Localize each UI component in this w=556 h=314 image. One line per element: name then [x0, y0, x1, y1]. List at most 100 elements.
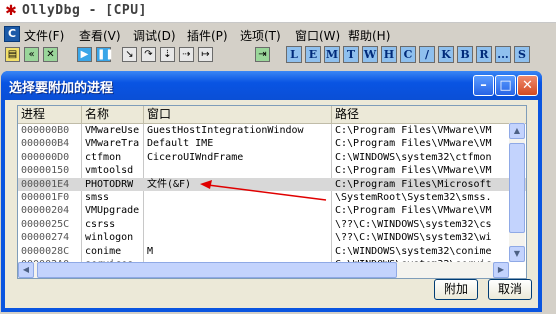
path-cell: C:\WINDOWS\system32\ctfmon [335, 151, 492, 163]
path-cell: C:\Program Files\Microsoft [335, 178, 492, 190]
process-name-cell: conime [85, 245, 122, 257]
path-cell: C:\Program Files\VMware\VM [335, 138, 492, 150]
window-title-cell [144, 164, 332, 177]
process-name-cell: VMwareUse [85, 125, 140, 136]
process-name-cell: smss [85, 191, 110, 203]
process-id-cell: 000000D0 [21, 151, 70, 163]
path-cell: \??\C:\WINDOWS\system32\wi [335, 232, 492, 244]
step-over-icon[interactable]: ↷ [141, 47, 156, 62]
bug-icon[interactable]: ✱ [3, 3, 19, 19]
menu-plugins[interactable]: 插件(P) [187, 27, 228, 44]
threads-window-button[interactable]: T [343, 46, 359, 63]
table-row[interactable]: 00000274 winlogon \??\C:\WINDOWS\system32\… [18, 231, 526, 244]
path-cell: C:\Program Files\VMware\VM [335, 205, 492, 217]
process-rows: 000000B0 VMwareUse GuestHostIntegrationWin… [18, 124, 526, 271]
minimize-icon[interactable]: – [473, 75, 494, 96]
attach-dialog: 选择要附加的进程 – □ ✕ 进程 名称 窗口 路径 000000B0 VMwar… [1, 71, 542, 312]
window-title-cell: 文件(&F) [147, 178, 192, 190]
maximize-icon[interactable]: □ [495, 75, 516, 96]
window-title-cell [144, 218, 332, 231]
menu-file[interactable]: 文件(F) [24, 27, 64, 44]
table-row[interactable]: 00000150 vmtoolsd C:\Program Files\VMware\… [18, 164, 526, 177]
column-header-process[interactable]: 进程 [18, 106, 82, 123]
process-id-cell: 00000274 [21, 232, 70, 244]
table-row[interactable]: 00000204 VMUpgrade C:\Program Files\VMware… [18, 204, 526, 217]
list-header: 进程 名称 窗口 路径 [18, 106, 526, 124]
app-title: OllyDbg - [CPU] [22, 3, 147, 18]
modules-window-button[interactable]: E [305, 46, 321, 63]
menu-bar: C 文件(F) 查看(V) 调试(D) 插件(P) 选项(T) 窗口(W) 帮助… [0, 23, 556, 45]
process-id-cell: 000001E4 [21, 178, 70, 190]
step-into-icon[interactable]: ↘ [122, 47, 137, 62]
column-header-name[interactable]: 名称 [82, 106, 144, 123]
column-header-window[interactable]: 窗口 [144, 106, 332, 123]
horizontal-scroll-thumb[interactable] [37, 262, 397, 278]
run-trace-window-button[interactable]: ... [495, 46, 511, 63]
path-cell: \??\C:\WINDOWS\system32\cs [335, 218, 492, 230]
process-id-cell: 000000B0 [21, 125, 70, 136]
log-window-button[interactable]: L [286, 46, 302, 63]
scroll-left-icon[interactable]: ◀ [18, 262, 34, 278]
window-title-cell [144, 204, 332, 217]
trace-into-icon[interactable]: ⇣ [160, 47, 175, 62]
process-id-cell: 0000025C [21, 218, 70, 230]
window-title-cell [144, 231, 332, 244]
trace-over-icon[interactable]: ⇢ [179, 47, 194, 62]
execute-till-return-icon[interactable]: ↦ [198, 47, 213, 62]
table-row[interactable]: 0000028C conime M C:\WINDOWS\system32\conim… [18, 245, 526, 258]
close-icon[interactable]: ✕ [43, 47, 58, 62]
window-title-cell [144, 191, 332, 204]
dialog-title-bar[interactable]: 选择要附加的进程 – □ ✕ [1, 71, 542, 100]
table-row[interactable]: 000001E4 PHOTODRW 文件(&F) C:\Program Files\M… [18, 177, 526, 191]
process-id-cell: 00000204 [21, 205, 70, 217]
column-header-path[interactable]: 路径 [332, 106, 526, 123]
menu-view[interactable]: 查看(V) [79, 27, 121, 44]
go-to-icon[interactable]: ⇥ [255, 47, 270, 62]
patches-window-button[interactable]: / [419, 46, 435, 63]
process-list[interactable]: 进程 名称 窗口 路径 000000B0 VMwareUse GuestHostIn… [17, 105, 527, 279]
table-row[interactable]: 000001F0 smss \SystemRoot\System32\smss. [18, 191, 526, 204]
path-cell: C:\Program Files\VMware\VM [335, 125, 492, 136]
memory-window-button[interactable]: M [324, 46, 340, 63]
table-row[interactable]: 000000B4 VMwareTra Default IME C:\Program F… [18, 137, 526, 150]
process-name-cell: VMUpgrade [85, 205, 140, 217]
cancel-button[interactable]: 取消 [488, 279, 532, 300]
vertical-scroll-thumb[interactable] [509, 143, 525, 233]
pause-icon[interactable]: ❚❚ [96, 47, 114, 62]
process-name-cell: PHOTODRW [85, 178, 134, 190]
run-icon[interactable]: ▶ [77, 47, 92, 62]
attach-button[interactable]: 附加 [434, 279, 478, 300]
scroll-right-icon[interactable]: ▶ [493, 262, 509, 278]
table-row[interactable]: 000000D0 ctfmon CiceroUIWndFrame C:\WINDOWS… [18, 151, 526, 164]
handles-window-button[interactable]: H [381, 46, 397, 63]
main-title-bar: ✱ OllyDbg - [CPU] [0, 0, 556, 23]
scroll-down-icon[interactable]: ▼ [509, 246, 525, 262]
path-cell: \SystemRoot\System32\smss. [335, 191, 492, 203]
dialog-title: 选择要附加的进程 [9, 81, 114, 96]
restart-icon[interactable]: « [24, 47, 39, 62]
table-row[interactable]: 0000025C csrss \??\C:\WINDOWS\system32\cs [18, 218, 526, 231]
open-icon[interactable]: ▤ [5, 47, 20, 62]
process-id-cell: 000000B4 [21, 138, 70, 150]
window-title-cell: Default IME [147, 138, 214, 150]
scroll-up-icon[interactable]: ▲ [509, 123, 525, 139]
cpu-window-button[interactable]: C [400, 46, 416, 63]
process-id-cell: 0000028C [21, 245, 70, 257]
cpu-window-icon[interactable]: C [4, 26, 20, 42]
menu-options[interactable]: 选项(T) [240, 27, 281, 44]
menu-window[interactable]: 窗口(W) [295, 27, 340, 44]
call-stack-window-button[interactable]: K [438, 46, 454, 63]
menu-help[interactable]: 帮助(H) [348, 27, 390, 44]
menu-debug[interactable]: 调试(D) [133, 27, 176, 44]
breakpoints-window-button[interactable]: B [457, 46, 473, 63]
path-cell: C:\Program Files\VMware\VM [335, 165, 492, 177]
process-id-cell: 000001F0 [21, 191, 70, 203]
process-name-cell: vmtoolsd [85, 165, 134, 177]
table-row[interactable]: 000000B0 VMwareUse GuestHostIntegrationWin… [18, 124, 526, 137]
windows-window-button[interactable]: W [362, 46, 378, 63]
references-window-button[interactable]: R [476, 46, 492, 63]
toolbar: ▤ « ✕ ▶ ❚❚ ↘ ↷ ⇣ ⇢ ↦ ⇥ L E M T W H C / K… [0, 45, 556, 66]
window-title-cell: M [147, 245, 154, 257]
source-window-button[interactable]: S [514, 46, 530, 63]
close-window-icon[interactable]: ✕ [517, 75, 538, 96]
